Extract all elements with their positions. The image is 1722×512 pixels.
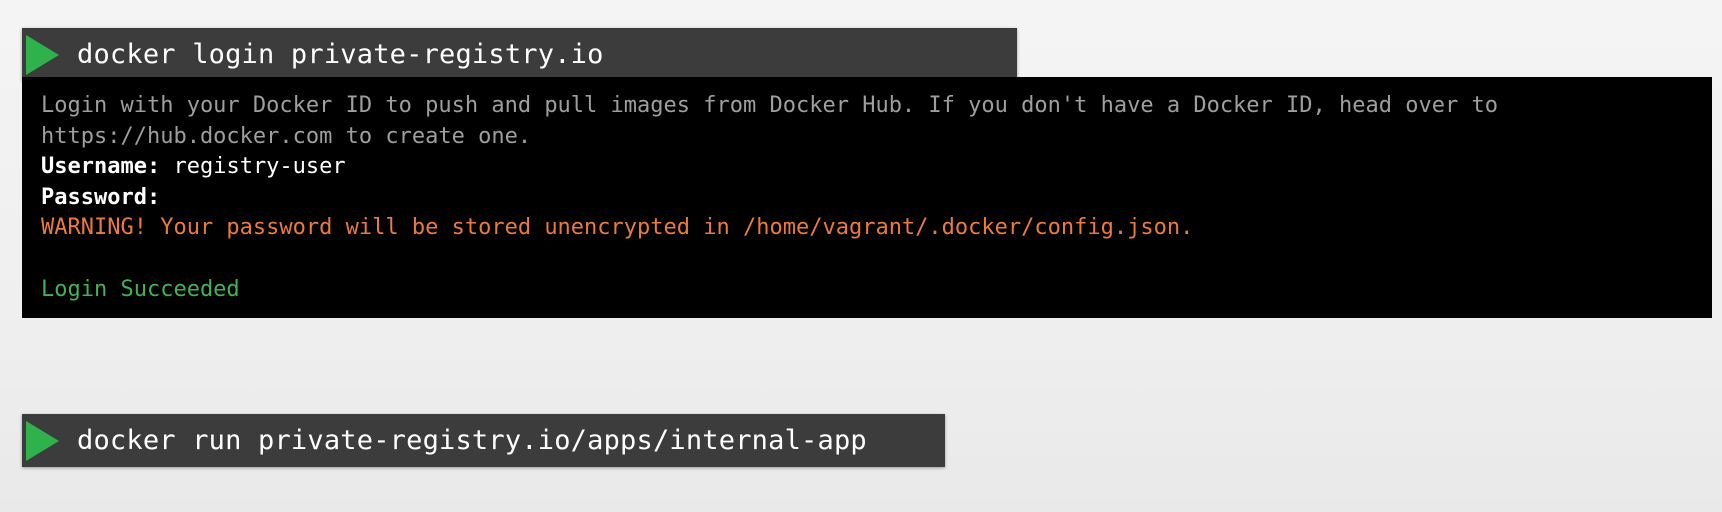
command-text: docker run private-registry.io/apps/inte… [77,425,867,456]
command-bar-run: docker run private-registry.io/apps/inte… [22,414,945,467]
play-icon [26,420,59,461]
command-text: docker login private-registry.io [77,39,604,70]
username-value: registry-user [173,154,346,180]
command-bar-login: docker login private-registry.io [22,28,1017,81]
username-label: Username: [41,154,161,180]
login-result: Login Succeeded [41,276,240,302]
terminal-output: Login with your Docker ID to push and pu… [22,77,1712,318]
warning-text: WARNING! Your password will be stored un… [41,215,1194,241]
username-line: Username: registry-user [41,152,1712,183]
play-icon [26,34,59,75]
info-text: Login with your Docker ID to push and pu… [41,93,1498,118]
info-text-continued: https://hub.docker.com to create one. [41,123,532,149]
password-label: Password: [41,184,161,210]
password-line: Password: [41,183,1712,214]
